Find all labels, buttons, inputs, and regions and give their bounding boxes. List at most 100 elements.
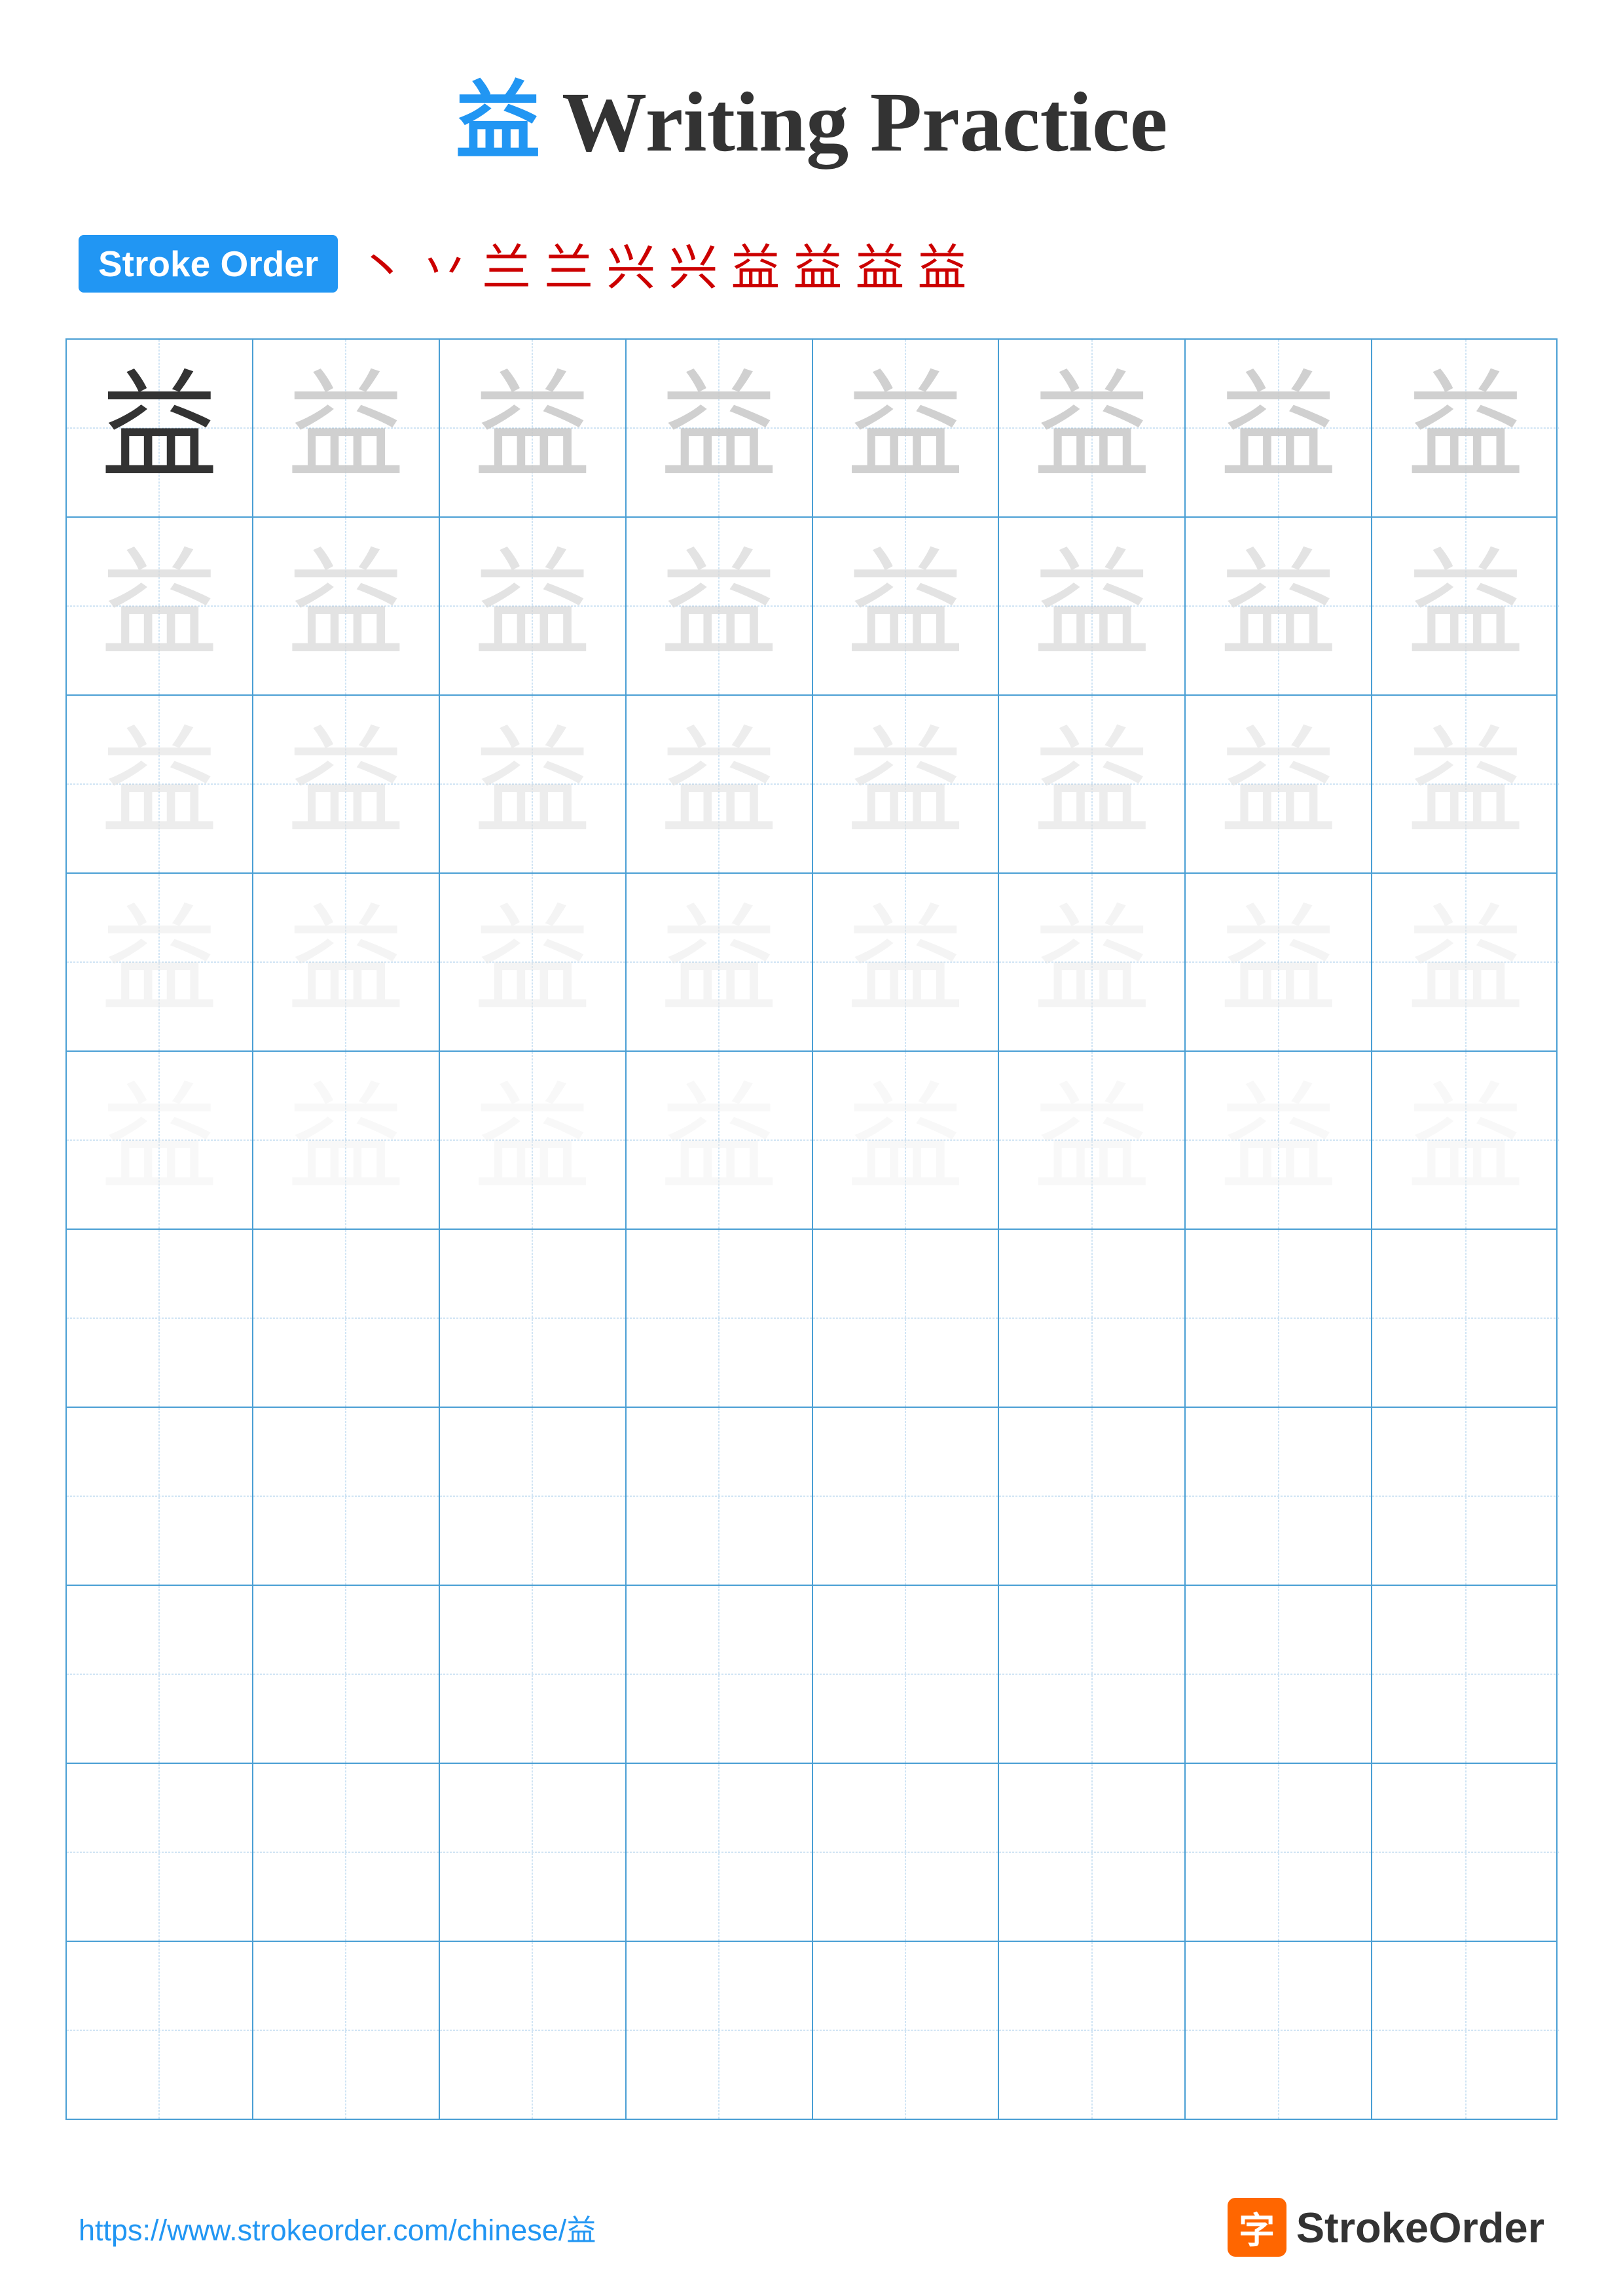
grid-cell[interactable]: 益 <box>999 874 1186 1050</box>
grid-cell[interactable] <box>67 1408 253 1585</box>
grid-cell[interactable] <box>1372 1586 1559 1763</box>
grid-cell[interactable] <box>999 1942 1186 2119</box>
grid-cell[interactable]: 益 <box>440 874 627 1050</box>
grid-cell[interactable]: 益 <box>1372 340 1559 516</box>
grid-cell[interactable] <box>440 1942 627 2119</box>
grid-cell[interactable]: 益 <box>999 518 1186 694</box>
grid-cell[interactable] <box>1186 1764 1372 1941</box>
grid-cell[interactable]: 益 <box>67 518 253 694</box>
stroke-seq-9: 益 <box>855 228 904 299</box>
grid-cell[interactable]: 益 <box>67 340 253 516</box>
grid-row-8 <box>67 1586 1556 1764</box>
grid-cell[interactable]: 益 <box>253 1052 440 1229</box>
grid-cell[interactable] <box>627 1408 813 1585</box>
grid-cell[interactable] <box>67 1942 253 2119</box>
grid-cell[interactable]: 益 <box>67 1052 253 1229</box>
grid-cell[interactable]: 益 <box>627 1052 813 1229</box>
grid-cell[interactable]: 益 <box>253 874 440 1050</box>
grid-cell[interactable] <box>67 1230 253 1407</box>
grid-cell[interactable]: 益 <box>440 696 627 872</box>
grid-cell[interactable]: 益 <box>627 874 813 1050</box>
grid-row-9 <box>67 1764 1556 1942</box>
grid-cell[interactable]: 益 <box>999 340 1186 516</box>
grid-cell[interactable]: 益 <box>627 518 813 694</box>
grid-cell[interactable]: 益 <box>253 340 440 516</box>
grid-cell[interactable]: 益 <box>1372 874 1559 1050</box>
grid-cell[interactable] <box>1372 1230 1559 1407</box>
grid-cell[interactable]: 益 <box>1186 340 1372 516</box>
footer-brand-name: StrokeOrder <box>1296 2203 1544 2252</box>
grid-cell[interactable] <box>253 1764 440 1941</box>
grid-cell[interactable]: 益 <box>813 696 1000 872</box>
grid-cell[interactable] <box>253 1408 440 1585</box>
grid-cell[interactable] <box>813 1586 1000 1763</box>
grid-cell[interactable]: 益 <box>813 340 1000 516</box>
grid-cell[interactable]: 益 <box>813 518 1000 694</box>
grid-row-10 <box>67 1942 1556 2119</box>
grid-cell[interactable] <box>813 1764 1000 1941</box>
grid-cell[interactable]: 益 <box>440 340 627 516</box>
practice-grid: 益 益 益 益 益 益 益 益 益 益 益 益 益 益 益 益 益 益 益 益 … <box>65 338 1558 2120</box>
grid-cell[interactable]: 益 <box>813 1052 1000 1229</box>
grid-row-1: 益 益 益 益 益 益 益 益 <box>67 340 1556 518</box>
grid-cell[interactable] <box>253 1942 440 2119</box>
grid-cell[interactable]: 益 <box>999 696 1186 872</box>
grid-cell[interactable]: 益 <box>253 518 440 694</box>
grid-cell[interactable] <box>1372 1764 1559 1941</box>
footer: https://www.strokeorder.com/chinese/益 字 … <box>0 2198 1623 2257</box>
stroke-seq-2: 丷 <box>420 228 469 299</box>
grid-cell[interactable] <box>67 1764 253 1941</box>
grid-cell[interactable]: 益 <box>1372 696 1559 872</box>
grid-cell[interactable] <box>440 1230 627 1407</box>
stroke-seq-1: 丶 <box>357 228 407 299</box>
grid-cell[interactable]: 益 <box>1186 696 1372 872</box>
grid-cell[interactable]: 益 <box>1186 518 1372 694</box>
grid-cell[interactable] <box>440 1408 627 1585</box>
grid-cell[interactable]: 益 <box>627 696 813 872</box>
grid-cell[interactable] <box>440 1764 627 1941</box>
grid-cell[interactable]: 益 <box>813 874 1000 1050</box>
title-text: Writing Practice <box>541 75 1168 170</box>
stroke-seq-6: 兴 <box>668 228 718 299</box>
grid-cell[interactable] <box>1372 1942 1559 2119</box>
grid-cell[interactable] <box>1186 1942 1372 2119</box>
grid-row-5: 益 益 益 益 益 益 益 益 <box>67 1052 1556 1230</box>
grid-cell[interactable] <box>253 1586 440 1763</box>
grid-cell[interactable]: 益 <box>440 1052 627 1229</box>
grid-cell[interactable]: 益 <box>253 696 440 872</box>
grid-cell[interactable]: 益 <box>1186 874 1372 1050</box>
grid-cell[interactable]: 益 <box>67 696 253 872</box>
grid-cell[interactable] <box>999 1764 1186 1941</box>
grid-cell[interactable] <box>999 1408 1186 1585</box>
stroke-order-badge: Stroke Order <box>79 235 338 293</box>
grid-cell[interactable]: 益 <box>67 874 253 1050</box>
page-title: 益 Writing Practice <box>0 0 1623 215</box>
grid-cell[interactable] <box>999 1586 1186 1763</box>
grid-cell[interactable] <box>627 1942 813 2119</box>
grid-cell[interactable] <box>813 1230 1000 1407</box>
grid-cell[interactable] <box>813 1408 1000 1585</box>
stroke-seq-3: 兰 <box>482 228 531 299</box>
grid-cell[interactable] <box>1372 1408 1559 1585</box>
grid-cell[interactable]: 益 <box>1372 1052 1559 1229</box>
stroke-sequence: 丶 丷 兰 兰 兴 兴 益 益 益 益 <box>357 228 966 299</box>
grid-cell[interactable] <box>1186 1586 1372 1763</box>
grid-cell[interactable] <box>813 1942 1000 2119</box>
stroke-seq-10: 益 <box>917 228 966 299</box>
grid-cell[interactable] <box>627 1764 813 1941</box>
grid-cell[interactable] <box>627 1230 813 1407</box>
grid-cell[interactable] <box>253 1230 440 1407</box>
grid-cell[interactable] <box>440 1586 627 1763</box>
grid-cell[interactable] <box>1186 1408 1372 1585</box>
grid-cell[interactable] <box>1186 1230 1372 1407</box>
grid-cell[interactable]: 益 <box>999 1052 1186 1229</box>
grid-cell[interactable]: 益 <box>1372 518 1559 694</box>
grid-cell[interactable] <box>627 1586 813 1763</box>
grid-cell[interactable]: 益 <box>627 340 813 516</box>
stroke-seq-7: 益 <box>731 228 780 299</box>
grid-cell[interactable] <box>67 1586 253 1763</box>
grid-cell[interactable]: 益 <box>1186 1052 1372 1229</box>
grid-row-6 <box>67 1230 1556 1408</box>
grid-cell[interactable]: 益 <box>440 518 627 694</box>
grid-cell[interactable] <box>999 1230 1186 1407</box>
